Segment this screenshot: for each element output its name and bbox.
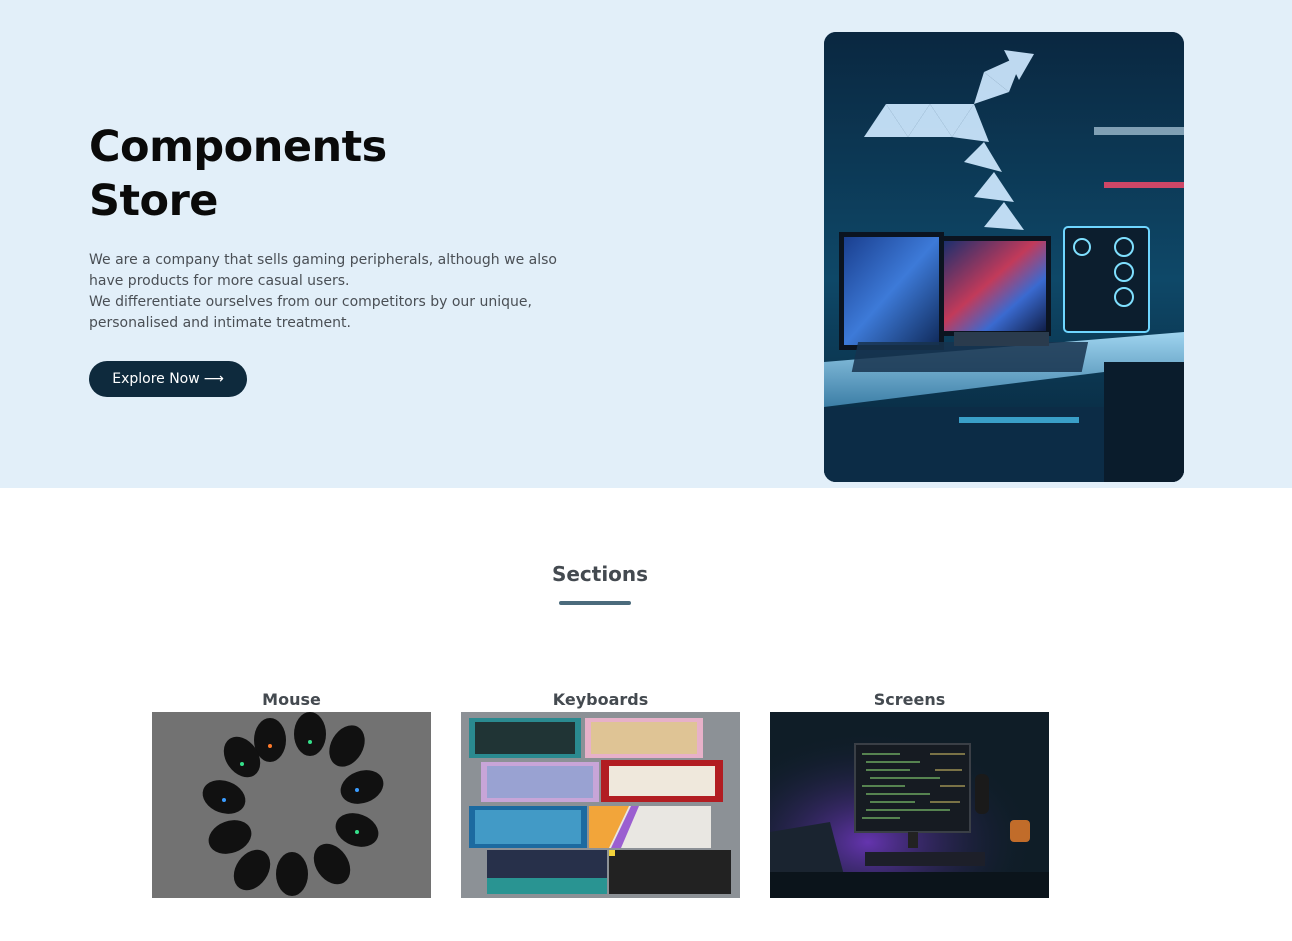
section-card-screens[interactable]: Screens — [770, 688, 1049, 898]
section-card-title: Mouse — [262, 690, 321, 709]
hero-description: We are a company that sells gaming perip… — [89, 250, 589, 334]
hero-title-line1: Components — [89, 122, 387, 172]
monitor-setup-illustration — [770, 712, 1049, 898]
section-card-title: Keyboards — [552, 690, 649, 709]
explore-now-button[interactable]: Explore Now ⟶ — [89, 361, 247, 397]
hero-desc-line3: We differentiate ourselves from our comp… — [89, 294, 532, 310]
hero-desc-line1: We are a company that sells gaming perip… — [89, 252, 557, 268]
gaming-setup-image — [824, 32, 1184, 482]
hero-section: Components Store We are a company that s… — [0, 0, 1292, 488]
arrow-right-icon: ⟶ — [203, 371, 224, 387]
section-card-title: Screens — [873, 690, 946, 709]
hero-desc-line4: personalised and intimate treatment. — [89, 315, 351, 331]
keyboard-collection-illustration — [461, 712, 740, 898]
keyboard-collection-image[interactable] — [461, 712, 740, 898]
hero-desc-line2: have products for more casual users. — [89, 273, 350, 289]
hero-title-line2: Store — [89, 176, 218, 226]
hero-title: Components Store — [89, 120, 509, 228]
section-card-keyboards[interactable]: Keyboards — [461, 688, 740, 898]
gaming-setup-illustration — [824, 32, 1184, 482]
section-card-mouse[interactable]: Mouse — [152, 688, 431, 898]
explore-now-label: Explore Now — [112, 371, 200, 387]
sections-heading: Sections — [551, 562, 649, 586]
mouse-collection-illustration — [152, 712, 431, 898]
monitor-setup-image[interactable] — [770, 712, 1049, 898]
mouse-collection-image[interactable] — [152, 712, 431, 898]
sections-heading-underline — [559, 601, 631, 605]
